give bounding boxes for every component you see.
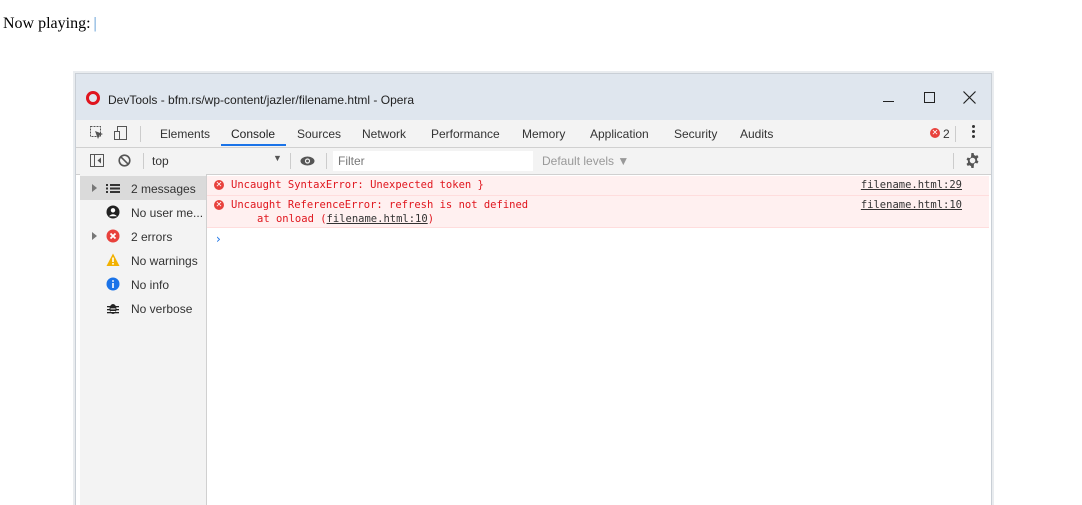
active-tab-indicator [221,144,286,146]
stack-suffix: ) [427,213,435,225]
expand-arrow-icon[interactable] [92,232,97,240]
expand-arrow-icon[interactable] [92,184,97,192]
opera-logo-icon [86,91,100,105]
devtools-toolbar: Elements Console Sources Network Perform… [76,120,991,148]
tab-sources[interactable]: Sources [297,127,341,141]
console-output: ✕ Uncaught SyntaxError: Unexpected token… [207,174,989,505]
inspect-element-icon[interactable] [90,126,104,140]
log-levels-dropdown[interactable]: Default levels ▼ [542,154,629,168]
sidebar-item-messages[interactable]: 2 messages [80,176,206,200]
error-text: Uncaught SyntaxError: Unexpected token } [231,179,484,191]
devtools-window: DevTools - bfm.rs/wp-content/jazler/file… [75,73,992,505]
console-filter-bar: top ▼ Default levels ▼ [76,148,991,175]
error-icon [106,229,120,243]
bug-icon [107,304,119,314]
list-icon [106,184,120,193]
tab-memory[interactable]: Memory [522,127,565,141]
tab-application[interactable]: Application [590,127,649,141]
window-title: DevTools - bfm.rs/wp-content/jazler/file… [108,93,415,107]
console-body: 2 messages No user me... 2 errors No war… [76,174,991,505]
error-text: Uncaught ReferenceError: refresh is not … [231,199,529,211]
sidebar-item-label: No verbose [131,302,193,316]
close-icon [962,90,976,104]
close-button[interactable] [952,86,986,108]
title-bar: DevTools - bfm.rs/wp-content/jazler/file… [76,74,991,120]
error-icon: ✕ [214,180,224,190]
text-caret: | [93,15,97,32]
console-prompt-icon[interactable]: › [216,232,221,246]
now-playing-label: Now playing: [3,15,91,32]
tab-security[interactable]: Security [674,127,717,141]
user-icon [106,205,120,219]
sidebar-item-user-messages[interactable]: No user me... [80,200,206,224]
stack-source-link[interactable]: filename.html:10 [327,213,428,225]
sidebar-item-warnings[interactable]: No warnings [80,248,206,272]
filter-input[interactable] [333,151,533,171]
sidebar-item-errors[interactable]: 2 errors [80,224,206,248]
error-count[interactable]: 2 [943,127,950,141]
source-link[interactable]: filename.html:29 [861,179,962,191]
error-badge-icon[interactable]: ✕ [930,128,940,138]
device-toolbar-icon[interactable] [114,126,128,141]
minimize-icon [882,100,894,102]
tab-performance[interactable]: Performance [431,127,500,141]
settings-gear-icon[interactable] [965,153,980,168]
stack-trace: at onload (filename.html:10) [257,213,434,225]
stack-prefix: at onload ( [257,213,327,225]
more-options-icon[interactable] [972,125,975,140]
console-error-message: ✕ Uncaught ReferenceError: refresh is no… [207,196,989,228]
tab-network[interactable]: Network [362,127,406,141]
sidebar-item-verbose[interactable]: No verbose [80,296,206,320]
sidebar-item-label: No warnings [131,254,198,268]
tab-audits[interactable]: Audits [740,127,773,141]
clear-console-icon[interactable] [118,154,131,167]
now-playing: Now playing: | [3,15,97,33]
sidebar-item-info[interactable]: No info [80,272,206,296]
console-error-message: ✕ Uncaught SyntaxError: Unexpected token… [207,176,989,196]
live-expression-eye-icon[interactable] [300,156,315,166]
sidebar-item-label: No info [131,278,170,292]
sidebar-toggle-icon[interactable] [90,154,104,167]
info-icon [106,277,120,291]
context-dropdown-icon[interactable]: ▼ [273,153,282,163]
error-icon: ✕ [214,200,224,210]
maximize-button[interactable] [912,86,946,108]
console-sidebar: 2 messages No user me... 2 errors No war… [80,174,207,505]
warning-icon [106,253,120,266]
maximize-icon [923,91,935,103]
tab-elements[interactable]: Elements [160,127,210,141]
sidebar-item-label: No user me... [131,206,204,220]
minimize-button[interactable] [871,86,905,108]
tab-console[interactable]: Console [231,127,275,141]
sidebar-item-label: 2 errors [131,230,173,244]
source-link[interactable]: filename.html:10 [861,199,962,211]
context-selector[interactable]: top [152,154,169,168]
sidebar-item-label: 2 messages [131,182,196,196]
